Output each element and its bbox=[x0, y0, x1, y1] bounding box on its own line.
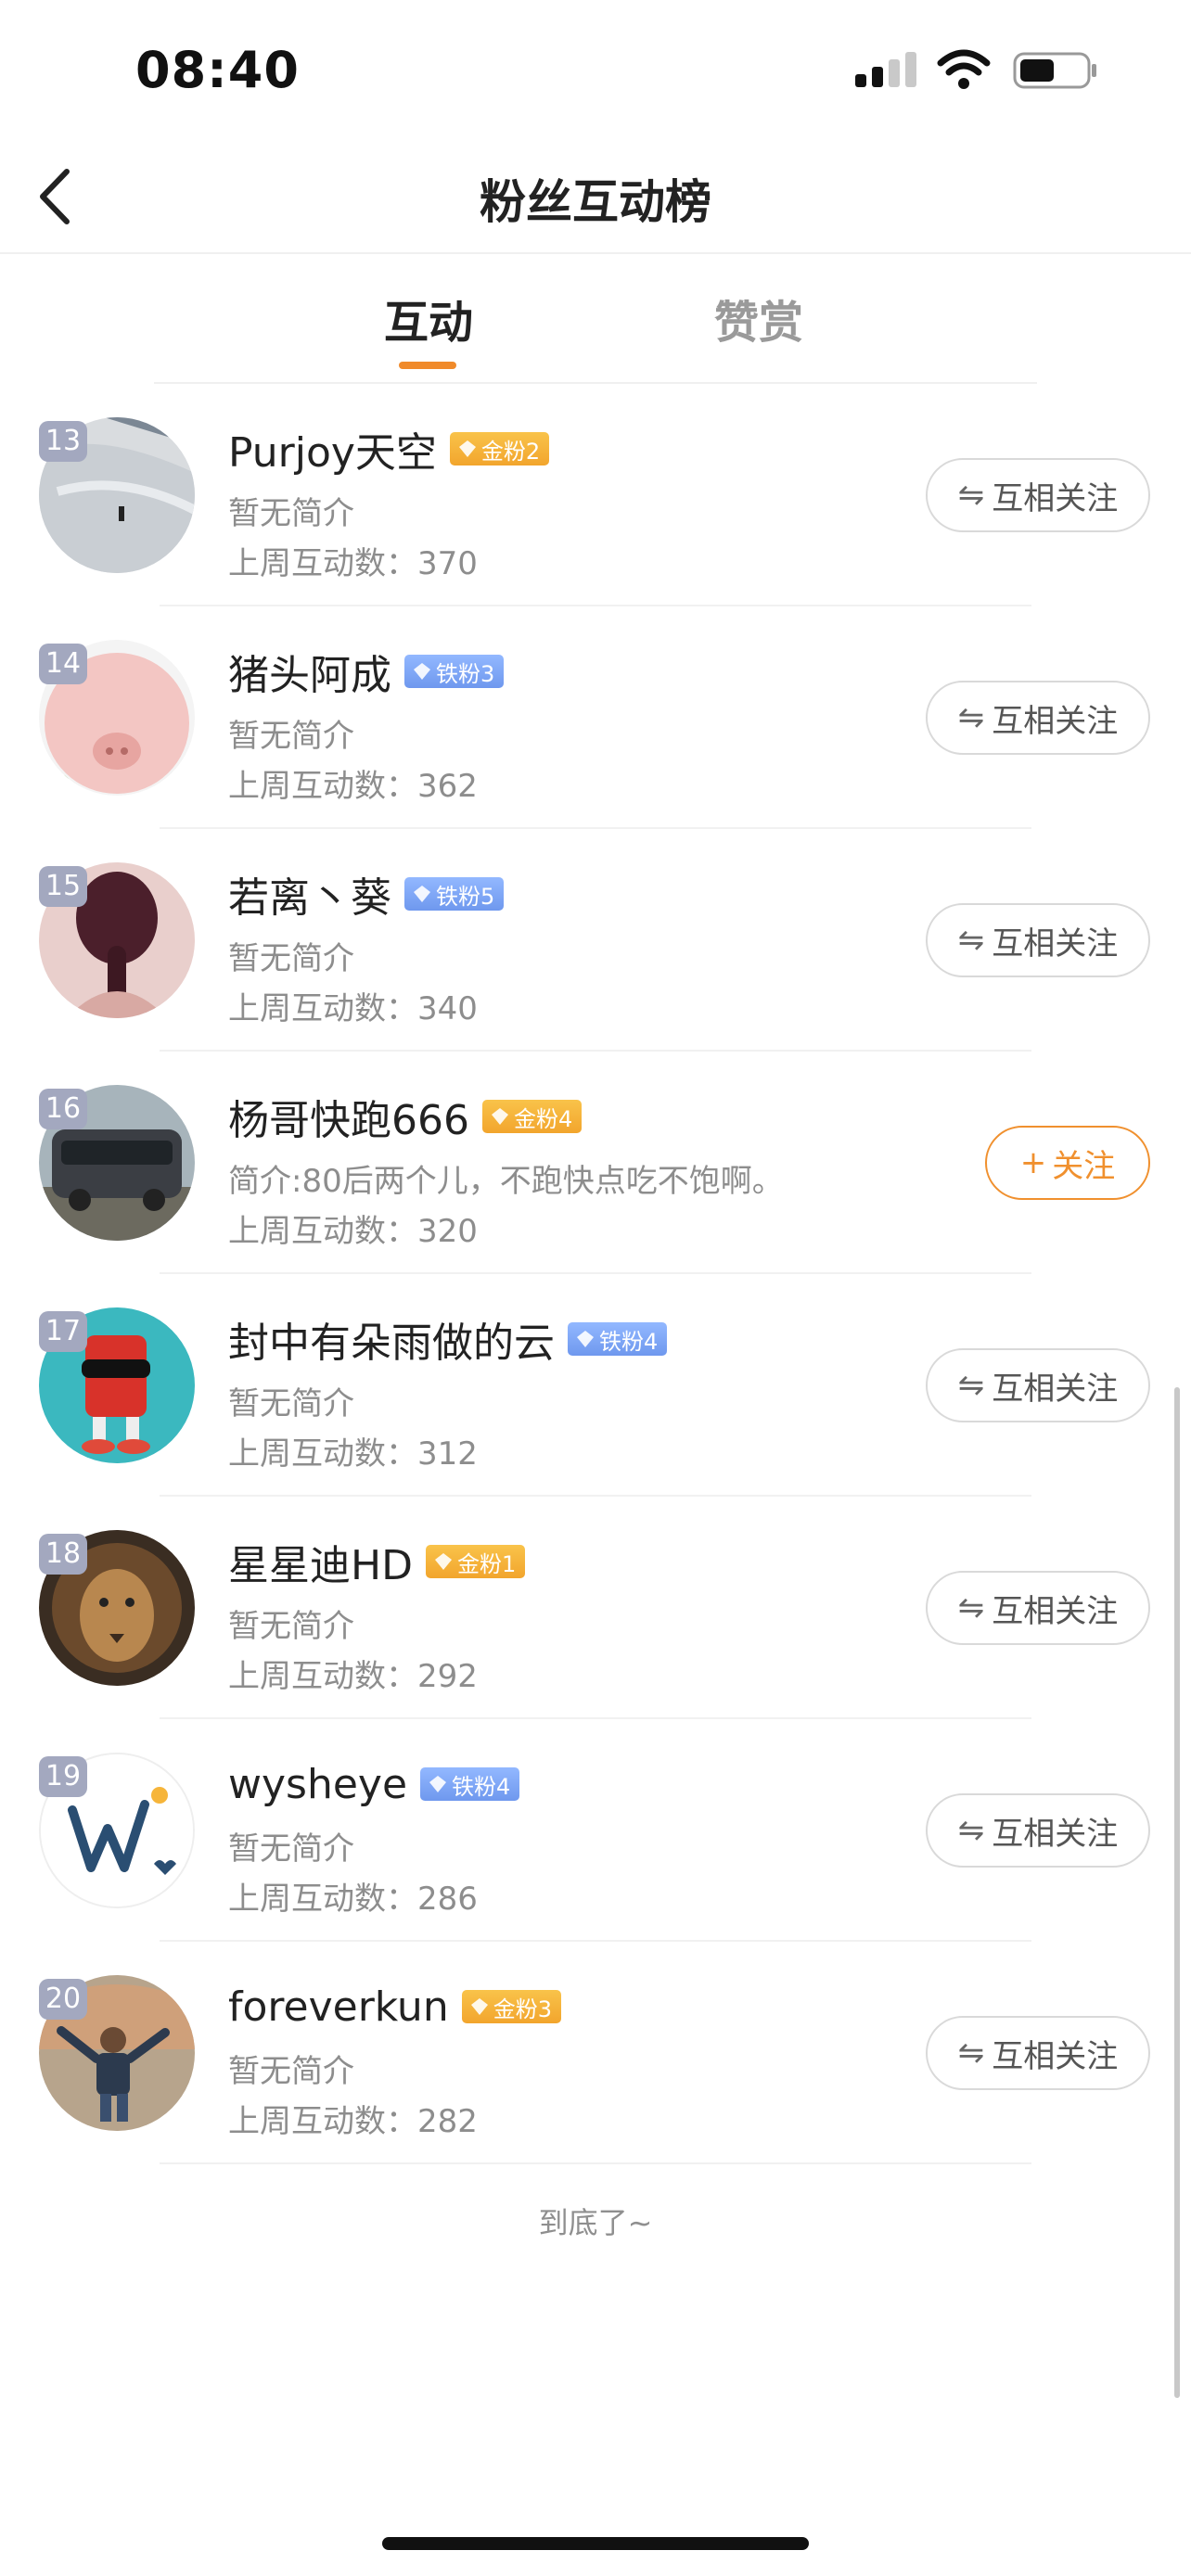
list-item[interactable]: 19 wysheye 铁粉4 暂无简介 上周互动数：286 ⇋ 互相关注 bbox=[0, 1719, 1191, 1942]
user-name[interactable]: 猪头阿成 bbox=[228, 642, 391, 701]
fan-list: 13 Purjoy天空 金粉2 暂无简介 上周互动数：370 ⇋ 互相关注 14… bbox=[0, 384, 1191, 2164]
user-bio: 暂无简介 bbox=[228, 495, 354, 532]
page-title: 粉丝互动榜 bbox=[480, 175, 711, 229]
rank-badge: 13 bbox=[39, 421, 87, 462]
rank-badge: 19 bbox=[39, 1756, 87, 1797]
tab-bar: 互动 赞赏 bbox=[0, 274, 1191, 382]
divider bbox=[160, 2162, 1031, 2164]
diamond-icon bbox=[429, 1776, 447, 1792]
list-item[interactable]: 16 杨哥快跑666 金粉4 简介:80后两个儿，不跑快点吃不饱啊。 上周互动数… bbox=[0, 1052, 1191, 1274]
rank-badge: 15 bbox=[39, 866, 87, 907]
mutual-follow-button[interactable]: ⇋ 互相关注 bbox=[926, 1571, 1150, 1645]
cellular-signal-icon bbox=[855, 52, 916, 87]
fan-level-badge: 铁粉4 bbox=[420, 1767, 520, 1801]
mutual-follow-button[interactable]: ⇋ 互相关注 bbox=[926, 1793, 1150, 1868]
swap-arrows-icon: ⇋ bbox=[957, 1589, 985, 1626]
user-bio: 暂无简介 bbox=[228, 1385, 354, 1422]
mutual-follow-button[interactable]: ⇋ 互相关注 bbox=[926, 2016, 1150, 2090]
wifi-icon bbox=[937, 49, 991, 89]
plus-icon: + bbox=[1019, 1144, 1047, 1181]
diamond-icon bbox=[491, 1108, 508, 1125]
fan-level-badge: 金粉3 bbox=[461, 1990, 561, 2023]
user-name[interactable]: Purjoy天空 bbox=[228, 419, 437, 478]
tab-reward[interactable]: 赞赏 bbox=[666, 286, 852, 351]
fan-level-badge: 金粉2 bbox=[449, 432, 550, 465]
user-bio: 暂无简介 bbox=[228, 1830, 354, 1868]
tab-interaction[interactable]: 互动 bbox=[336, 286, 521, 351]
user-name[interactable]: foreverkun bbox=[228, 1983, 449, 2031]
mutual-follow-button[interactable]: ⇋ 互相关注 bbox=[926, 1348, 1150, 1422]
fan-level-badge: 铁粉5 bbox=[404, 877, 505, 911]
mutual-follow-button[interactable]: ⇋ 互相关注 bbox=[926, 458, 1150, 532]
mutual-follow-button[interactable]: ⇋ 互相关注 bbox=[926, 681, 1150, 755]
user-name[interactable]: 封中有朵雨做的云 bbox=[228, 1309, 555, 1369]
weekly-interaction-count: 上周互动数：312 bbox=[228, 1435, 478, 1473]
list-item[interactable]: 18 星星迪HD 金粉1 暂无简介 上周互动数：292 ⇋ 互相关注 bbox=[0, 1497, 1191, 1719]
swap-arrows-icon: ⇋ bbox=[957, 922, 985, 959]
status-time: 08:40 bbox=[135, 41, 300, 99]
rank-badge: 17 bbox=[39, 1311, 87, 1352]
active-tab-indicator bbox=[399, 362, 456, 369]
user-name[interactable]: 杨哥快跑666 bbox=[228, 1087, 469, 1146]
mutual-follow-button[interactable]: ⇋ 互相关注 bbox=[926, 903, 1150, 977]
user-name[interactable]: 若离丶葵 bbox=[228, 864, 391, 924]
weekly-interaction-count: 上周互动数：286 bbox=[228, 1881, 478, 1918]
user-bio: 暂无简介 bbox=[228, 1608, 354, 1645]
swap-arrows-icon: ⇋ bbox=[957, 2034, 985, 2072]
scrollbar[interactable] bbox=[1174, 1387, 1180, 2398]
weekly-interaction-count: 上周互动数：362 bbox=[228, 768, 478, 805]
weekly-interaction-count: 上周互动数：282 bbox=[228, 2103, 478, 2140]
status-bar: 08:40 bbox=[0, 0, 1191, 139]
swap-arrows-icon: ⇋ bbox=[957, 699, 985, 736]
list-item[interactable]: 15 若离丶葵 铁粉5 暂无简介 上周互动数：340 ⇋ 互相关注 bbox=[0, 829, 1191, 1052]
fan-level-badge: 铁粉3 bbox=[404, 655, 505, 688]
nav-bar: 粉丝互动榜 bbox=[0, 139, 1191, 254]
weekly-interaction-count: 上周互动数：320 bbox=[228, 1213, 478, 1250]
fan-level-badge: 金粉4 bbox=[481, 1100, 583, 1133]
home-indicator[interactable] bbox=[382, 2537, 809, 2550]
end-of-list-text: 到底了~ bbox=[538, 2205, 653, 2240]
list-item[interactable]: 20 foreverkun 金粉3 暂无简介 上周互动数：282 ⇋ 互相关注 bbox=[0, 1942, 1191, 2164]
user-bio: 暂无简介 bbox=[228, 718, 354, 755]
follow-button[interactable]: + 关注 bbox=[985, 1126, 1150, 1200]
swap-arrows-icon: ⇋ bbox=[957, 1367, 985, 1404]
diamond-icon bbox=[414, 663, 430, 680]
rank-badge: 18 bbox=[39, 1534, 87, 1575]
user-bio: 暂无简介 bbox=[228, 2053, 354, 2090]
swap-arrows-icon: ⇋ bbox=[957, 477, 985, 514]
list-item[interactable]: 17 封中有朵雨做的云 铁粉4 暂无简介 上周互动数：312 ⇋ 互相关注 bbox=[0, 1274, 1191, 1497]
diamond-icon bbox=[414, 886, 430, 902]
list-item[interactable]: 13 Purjoy天空 金粉2 暂无简介 上周互动数：370 ⇋ 互相关注 bbox=[0, 384, 1191, 606]
rank-badge: 16 bbox=[39, 1089, 87, 1129]
fan-level-badge: 金粉1 bbox=[425, 1545, 526, 1578]
weekly-interaction-count: 上周互动数：340 bbox=[228, 990, 478, 1027]
user-name[interactable]: 星星迪HD bbox=[228, 1532, 413, 1591]
fan-level-badge: 铁粉4 bbox=[568, 1322, 668, 1356]
swap-arrows-icon: ⇋ bbox=[957, 1812, 985, 1849]
user-bio: 暂无简介 bbox=[228, 940, 354, 977]
diamond-icon bbox=[458, 440, 476, 457]
weekly-interaction-count: 上周互动数：292 bbox=[228, 1658, 478, 1695]
diamond-icon bbox=[470, 1998, 488, 2015]
battery-icon bbox=[1013, 52, 1096, 89]
weekly-interaction-count: 上周互动数：370 bbox=[228, 545, 478, 582]
diamond-icon bbox=[577, 1331, 594, 1347]
diamond-icon bbox=[434, 1553, 452, 1570]
rank-badge: 14 bbox=[39, 644, 87, 684]
rank-badge: 20 bbox=[39, 1979, 87, 2020]
list-item[interactable]: 14 猪头阿成 铁粉3 暂无简介 上周互动数：362 ⇋ 互相关注 bbox=[0, 606, 1191, 829]
user-bio: 简介:80后两个儿，不跑快点吃不饱啊。 bbox=[228, 1163, 784, 1200]
user-name[interactable]: wysheye bbox=[228, 1761, 407, 1808]
